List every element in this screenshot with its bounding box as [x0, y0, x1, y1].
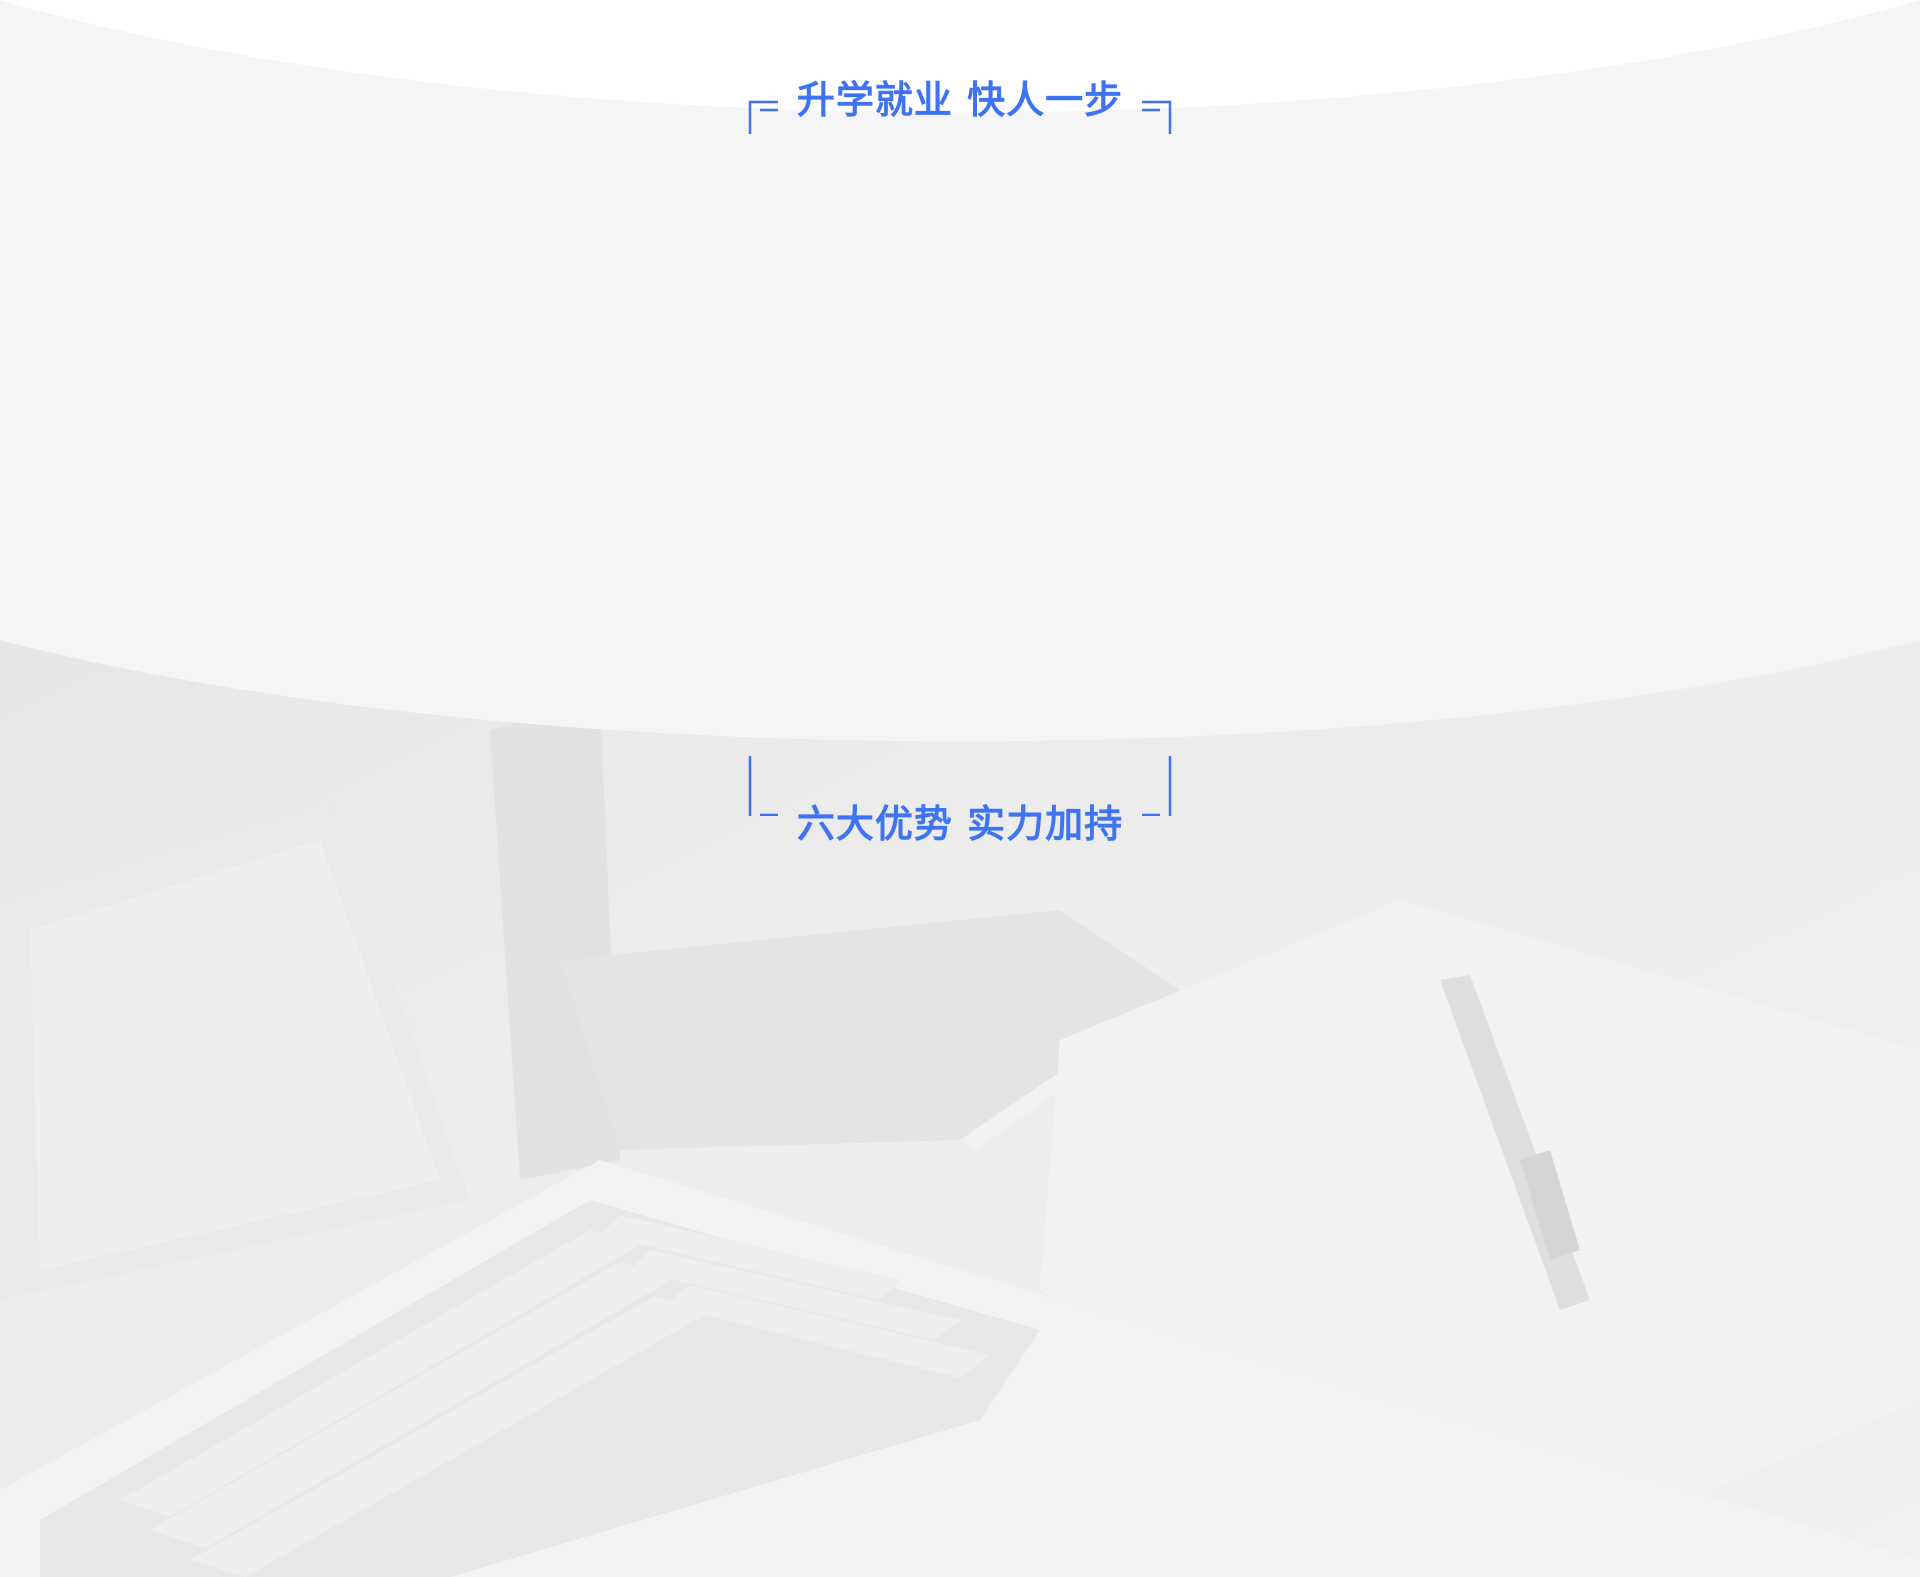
- page-canvas: 升学就业 快人一步 六大优势 实力加持: [0, 0, 1920, 1577]
- section-title-bottom: 六大优势 实力加持: [748, 756, 1172, 846]
- section-title-bottom-text: 六大优势 实力加持: [796, 802, 1124, 846]
- section-title-top-text: 升学就业 快人一步: [796, 78, 1124, 122]
- section-title-top: 升学就业 快人一步: [748, 74, 1172, 134]
